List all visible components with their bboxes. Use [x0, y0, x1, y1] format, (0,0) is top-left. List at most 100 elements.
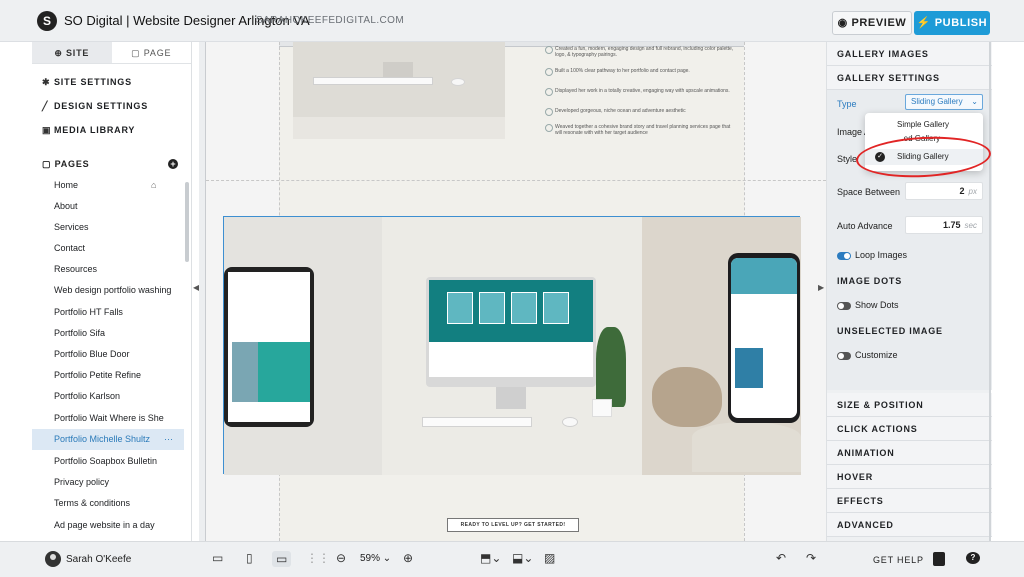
mobile-icon[interactable]: ▯	[246, 551, 253, 565]
more-options-icon[interactable]: ···	[164, 429, 173, 450]
avatar[interactable]	[45, 551, 61, 567]
page-item-label: Portfolio Soapbox Bulletin	[54, 456, 158, 466]
portfolio-hero-image[interactable]	[293, 42, 505, 139]
menu-site-settings[interactable]: ✱ SITE SETTINGS	[42, 77, 132, 88]
page-item-label: Resources	[54, 264, 98, 274]
gallery-type-value: Sliding Gallery	[911, 97, 963, 106]
redo-icon[interactable]: ↷	[806, 551, 816, 565]
layer-up-icon[interactable]: ⬒⌄	[480, 551, 501, 565]
page-item[interactable]: Portfolio Petite Refine	[32, 365, 184, 386]
bullet-text: Displayed her work in a totally creative…	[545, 88, 735, 96]
tab-page[interactable]: ▢ PAGE	[111, 42, 191, 63]
desktop-icon[interactable]: ▭	[272, 551, 292, 567]
preview-label: PREVIEW	[851, 17, 907, 29]
page-item[interactable]: Portfolio HT Falls	[32, 302, 184, 323]
option-simple-gallery[interactable]: Simple Gallery	[865, 117, 983, 133]
docs-icon[interactable]	[933, 552, 945, 566]
section-advanced[interactable]: ADVANCED	[827, 513, 992, 537]
image-add-icon[interactable]: ▨	[544, 551, 555, 565]
page-item-active[interactable]: Portfolio Michelle Shultz ···	[32, 429, 184, 450]
undo-icon[interactable]: ↶	[776, 551, 786, 565]
page-item[interactable]: Web design portfolio washing	[32, 280, 184, 301]
page-item-label: Web design portfolio washing	[54, 285, 172, 295]
user-name[interactable]: Sarah O'Keefe	[66, 554, 131, 565]
collapse-right-icon[interactable]: ▶	[818, 283, 824, 292]
pedestal-shape	[692, 422, 801, 472]
page-item[interactable]: Privacy policy	[32, 472, 184, 493]
zoom-in-icon[interactable]: ⊕	[403, 551, 413, 565]
page-item[interactable]: Terms & conditions	[32, 493, 184, 514]
loop-images-toggle[interactable]	[837, 252, 851, 260]
menu-media-library[interactable]: ▣ MEDIA LIBRARY	[42, 125, 135, 136]
space-between-label: Space Between	[837, 187, 901, 197]
add-page-button[interactable]: +	[168, 159, 178, 169]
page-icon: ▢	[131, 48, 144, 58]
cta-button[interactable]: READY TO LEVEL UP? GET STARTED!	[447, 518, 579, 532]
phone-screen	[731, 258, 797, 418]
bullet-text: Built a 100% clear pathway to her portfo…	[545, 68, 735, 76]
customize-toggle[interactable]	[837, 352, 851, 360]
show-dots-label: Show Dots	[855, 300, 899, 310]
auto-advance-input[interactable]: 1.75 sec	[905, 216, 983, 234]
photo-tile	[447, 292, 473, 324]
editor-canvas[interactable]: Created a fun, modern, engaging design a…	[199, 42, 826, 541]
preview-button[interactable]: ◉ PREVIEW	[832, 11, 912, 35]
sliding-gallery[interactable]	[223, 216, 801, 475]
page-item[interactable]: Portfolio Sifa	[32, 323, 184, 344]
page-item-label: Portfolio Petite Refine	[54, 370, 142, 380]
tablet-landscape-icon[interactable]: ▭	[212, 551, 223, 565]
publish-button[interactable]: ⚡ PUBLISH	[914, 11, 990, 35]
page-icon: ▢	[42, 159, 55, 169]
page-item-label: Services	[54, 222, 89, 232]
editor-window: S SO Digital | Website Designer Arlingto…	[0, 0, 1024, 577]
gear-icon: ✱	[42, 77, 51, 87]
section-click-actions[interactable]: CLICK ACTIONS	[827, 417, 992, 441]
gallery-type-select[interactable]: Sliding Gallery ⌄	[905, 94, 983, 110]
chat-icon[interactable]: ?	[966, 552, 980, 564]
layer-add-icon[interactable]: ⬓⌄	[512, 551, 533, 565]
panel-scrollbar[interactable]	[989, 42, 991, 541]
rock-shape	[652, 367, 722, 427]
sidebar-scrollbar[interactable]	[185, 182, 189, 262]
pages-header-label: PAGES	[54, 159, 90, 169]
brand-logo-icon[interactable]: S	[37, 11, 57, 31]
page-item[interactable]: Portfolio Karlson	[32, 386, 184, 407]
section-animation[interactable]: ANIMATION	[827, 441, 992, 465]
grid-icon[interactable]: ⋮⋮	[306, 551, 330, 565]
section-gallery-images[interactable]: GALLERY IMAGES	[827, 42, 992, 66]
zoom-out-icon[interactable]: ⊖	[336, 551, 346, 565]
page-item[interactable]: Portfolio Wait Where is She	[32, 408, 184, 429]
page-item-home[interactable]: Home ⌂	[32, 175, 184, 196]
page-item[interactable]: Services	[32, 217, 184, 238]
page-item[interactable]: Resources	[32, 259, 184, 280]
show-dots-toggle[interactable]	[837, 302, 851, 310]
section-size-position[interactable]: SIZE & POSITION	[827, 393, 992, 417]
tab-site-label: SITE	[65, 48, 90, 58]
auto-advance-unit: sec	[964, 221, 977, 230]
cup-shape	[592, 399, 612, 417]
tab-site[interactable]: ⊕ SITE	[32, 42, 112, 63]
section-effects[interactable]: EFFECTS	[827, 489, 992, 513]
menu-design-settings[interactable]: ╱ DESIGN SETTINGS	[42, 101, 148, 112]
bullet-text: Weaved together a cohesive brand story a…	[545, 124, 735, 136]
bottom-bar: Sarah O'Keefe ▭ ▯ ▭ ⋮⋮ ⊖ 59% ⌄ ⊕ ⬒⌄ ⬓⌄ ▨…	[0, 541, 1024, 577]
pages-header[interactable]: ▢ PAGES	[42, 159, 89, 170]
space-between-input[interactable]: 2 px	[905, 182, 983, 200]
get-help-button[interactable]: GET HELP	[873, 555, 924, 565]
plant-shape	[596, 327, 626, 407]
page-item-label: Portfolio HT Falls	[54, 307, 123, 317]
site-url[interactable]: SARAHOKEEFEDIGITAL.COM	[256, 15, 404, 26]
page-item[interactable]: Portfolio Blue Door	[32, 344, 184, 365]
top-bar: S SO Digital | Website Designer Arlingto…	[0, 0, 1024, 42]
section-hover[interactable]: HOVER	[827, 465, 992, 489]
photo-tile	[543, 292, 569, 324]
page-item[interactable]: Ad page website in a day	[32, 515, 184, 536]
tablet-teal-block	[258, 342, 310, 402]
bullet-text: Developed gorgeous, niche ocean and adve…	[545, 108, 735, 116]
page-item[interactable]: About	[32, 196, 184, 217]
desktop-screen	[429, 280, 593, 377]
page-item[interactable]: Contact	[32, 238, 184, 259]
page-item[interactable]: Portfolio Soapbox Bulletin	[32, 451, 184, 472]
zoom-level[interactable]: 59% ⌄	[360, 553, 391, 564]
section-gallery-settings[interactable]: GALLERY SETTINGS	[827, 66, 992, 90]
